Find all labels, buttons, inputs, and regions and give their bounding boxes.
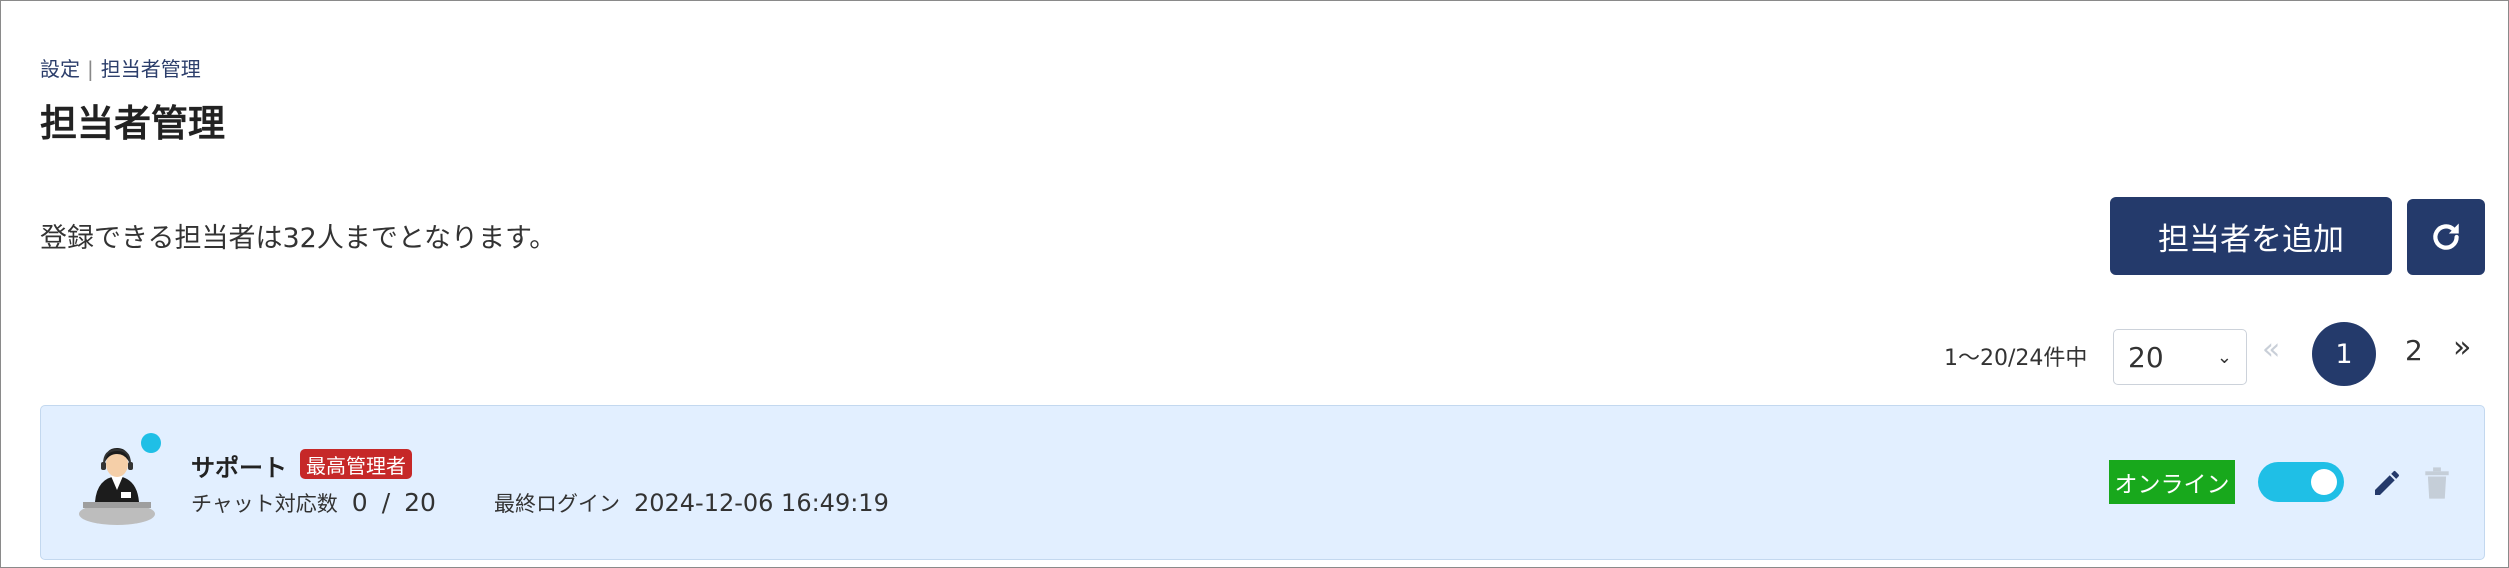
edit-icon[interactable] bbox=[2371, 467, 2403, 499]
active-toggle[interactable] bbox=[2258, 462, 2344, 502]
chevron-down-icon: ⌄ bbox=[2216, 346, 2232, 368]
breadcrumb-separator: | bbox=[87, 57, 94, 81]
pagination-first-button[interactable]: « bbox=[2262, 332, 2280, 367]
status-badge: オンライン bbox=[2109, 460, 2235, 504]
toggle-knob bbox=[2311, 469, 2337, 495]
pagination-range-text: 1～20/24件中 bbox=[1944, 346, 2088, 371]
per-page-value: 20 bbox=[2128, 340, 2164, 374]
chat-count-current: 0 bbox=[351, 488, 368, 517]
page-title: 担当者管理 bbox=[40, 102, 225, 145]
chat-count-separator: / bbox=[381, 488, 391, 517]
chat-count-label: チャット対応数 bbox=[191, 492, 338, 516]
trash-icon[interactable] bbox=[2424, 467, 2450, 499]
status-dot-icon bbox=[141, 433, 161, 453]
last-login-label: 最終ログイン bbox=[493, 492, 620, 516]
last-login-value: 2024-12-06 16:49:19 bbox=[633, 489, 889, 517]
refresh-button[interactable] bbox=[2407, 199, 2485, 275]
per-page-select[interactable]: 20 ⌄ bbox=[2113, 329, 2247, 385]
role-badge: 最高管理者 bbox=[300, 449, 412, 479]
agent-meta: チャット対応数 0 / 20 最終ログイン 2024-12-06 16:49:19 bbox=[191, 488, 889, 518]
breadcrumb: 設定 | 担当者管理 bbox=[40, 53, 201, 82]
refresh-icon bbox=[2433, 223, 2459, 250]
chat-count-max: 20 bbox=[404, 488, 436, 517]
breadcrumb-current: 担当者管理 bbox=[100, 57, 201, 81]
agent-card: サポート 最高管理者 チャット対応数 0 / 20 最終ログイン 2024-12-06 1… bbox=[40, 405, 2485, 560]
add-agent-button[interactable]: 担当者を追加 bbox=[2110, 197, 2392, 275]
pagination-page-2[interactable]: 2 bbox=[2405, 334, 2423, 367]
pagination-last-button[interactable]: » bbox=[2453, 330, 2471, 365]
breadcrumb-parent-link[interactable]: 設定 bbox=[40, 57, 80, 81]
agent-name: サポート bbox=[191, 454, 287, 482]
pagination-page-1[interactable]: 1 bbox=[2312, 322, 2376, 386]
limit-notice: 登録できる担当者は32人までとなります。 bbox=[40, 223, 557, 254]
